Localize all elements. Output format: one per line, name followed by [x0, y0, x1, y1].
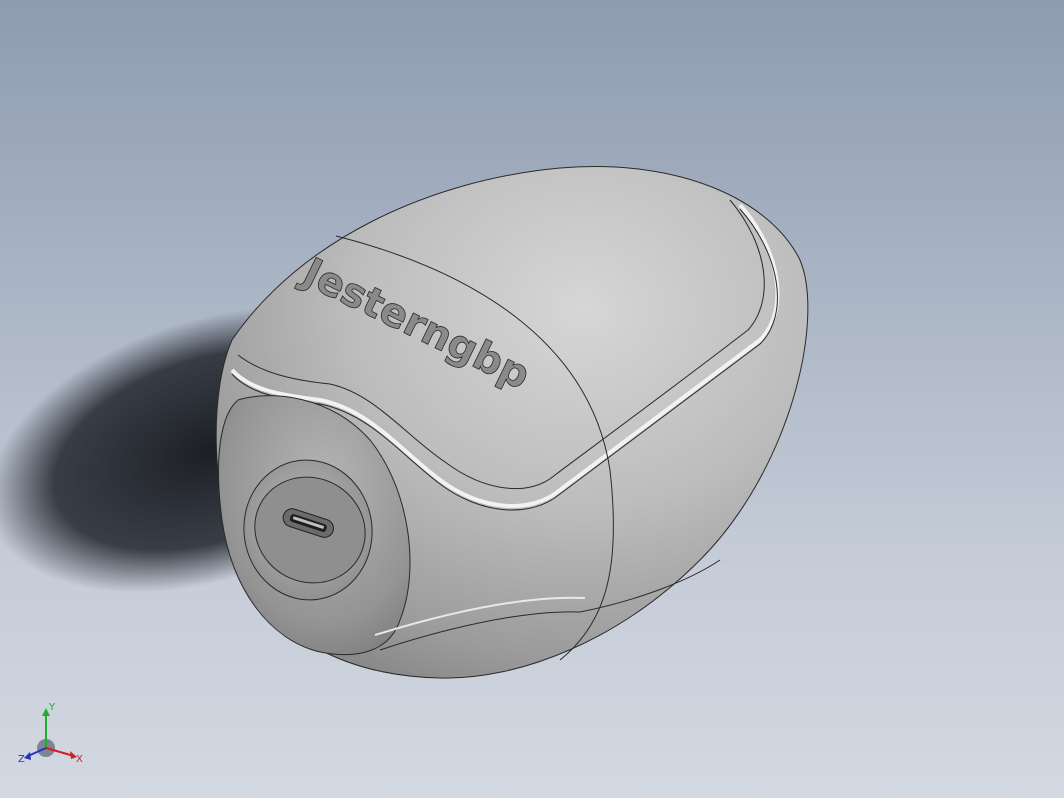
- orientation-triad[interactable]: Y X Z: [16, 700, 88, 772]
- z-axis-label: Z: [18, 754, 25, 765]
- model-scene[interactable]: Jesterngbp: [0, 0, 1064, 798]
- z-axis-arrow: [24, 752, 31, 760]
- graphics-viewport[interactable]: Jesterngbp Y X Z: [0, 0, 1064, 798]
- y-axis-label: Y: [48, 702, 56, 713]
- x-axis-label: X: [76, 754, 83, 765]
